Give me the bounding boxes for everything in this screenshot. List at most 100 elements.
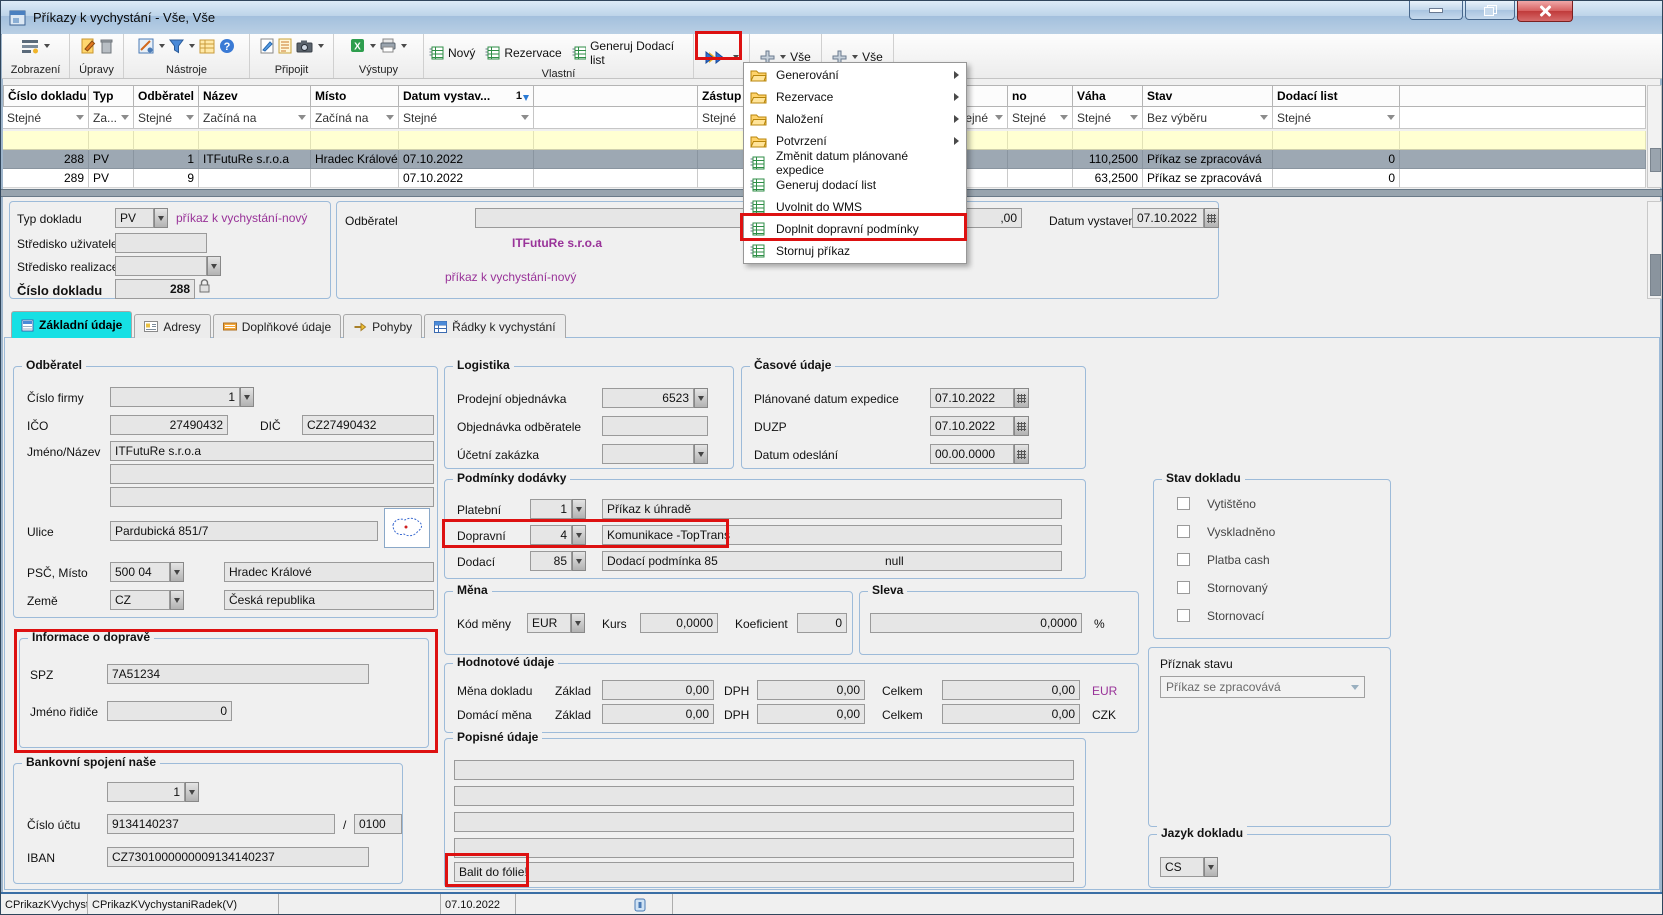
checkbox-stornovaci[interactable] (1177, 609, 1190, 622)
prodejni-objednavka-field[interactable]: 6523 (602, 388, 694, 408)
filter-vaha[interactable]: Stejné (1073, 107, 1143, 129)
help-icon[interactable]: ? (219, 38, 235, 54)
ulice-field[interactable]: Pardubická 851/7 (110, 521, 378, 541)
search-cell[interactable] (1008, 131, 1073, 150)
filter-odberatel[interactable]: Stejné (134, 107, 199, 129)
dodaci-text-field[interactable]: Dodací podmínka 85 null (602, 551, 1062, 571)
zeme-nazev-field[interactable]: Česká republika (224, 590, 434, 610)
column-header-typ[interactable]: Typ (89, 85, 134, 107)
delete-icon[interactable] (100, 38, 113, 54)
search-cell[interactable] (1273, 131, 1400, 150)
checkbox-vytisteno[interactable] (1177, 497, 1190, 510)
popisne-line-3[interactable] (454, 812, 1074, 832)
typ-dokladu-spinner[interactable] (154, 208, 168, 228)
filter-typ[interactable]: Za... (89, 107, 134, 129)
grid-vertical-scrollbar[interactable] (1647, 85, 1662, 188)
jmeno-nazev-field[interactable]: ITFutuRe s.r.o.a (110, 441, 434, 461)
kod-banky-field[interactable]: 0100 (354, 814, 402, 834)
search-cell[interactable] (134, 131, 199, 150)
print-icon[interactable] (380, 38, 396, 53)
dph-field-2[interactable]: 0,00 (757, 704, 865, 724)
kod-meny-spinner[interactable] (571, 613, 585, 633)
cislo-dokladu-field[interactable]: 288 (115, 279, 195, 299)
popisne-line-5[interactable]: Balit do fólie! (454, 862, 1074, 882)
search-cell[interactable] (1143, 131, 1273, 150)
filter-blank[interactable] (534, 107, 698, 129)
menu-item-uvolnit-do-wms[interactable]: Uvolnit do WMS (744, 196, 966, 218)
view-icon[interactable] (21, 38, 39, 54)
filter-dodaci-list[interactable]: Stejné (1273, 107, 1400, 129)
duzp-field[interactable]: 07.10.2022 (930, 416, 1014, 436)
filter-nazev[interactable]: Začíná na (199, 107, 311, 129)
jmeno-nazev-field-2[interactable] (110, 464, 434, 484)
search-cell[interactable] (534, 131, 698, 150)
tools-icon[interactable] (138, 38, 154, 54)
datum-vystaveni-field[interactable]: 07.10.2022 (1132, 208, 1204, 228)
datum-odeslani-field[interactable]: 00.00.0000 (930, 444, 1014, 464)
column-header-vaha[interactable]: Váha (1073, 85, 1143, 107)
menu-item-rezervace[interactable]: Rezervace (744, 86, 966, 108)
attach-list-icon[interactable] (278, 38, 292, 54)
generate-delivery-note-button[interactable]: Generuj Dodací list (569, 38, 691, 68)
filter-dropdown-caret[interactable] (189, 44, 195, 48)
ucetni-zakazka-field[interactable] (602, 444, 694, 464)
dodaci-spinner[interactable] (572, 551, 586, 571)
column-header-cislo-dokladu[interactable]: Číslo dokladu (3, 85, 89, 107)
spz-field[interactable]: 7A51234 (107, 664, 369, 684)
filter-no[interactable]: Stejné (1008, 107, 1073, 129)
jazyk-dokladu-field[interactable]: CS (1160, 857, 1204, 877)
platebni-text-field[interactable]: Příkaz k úhradě (602, 499, 1062, 519)
column-header-odberatel[interactable]: Odběratel (134, 85, 199, 107)
cislo-uctu-field[interactable]: 9134140237 (107, 814, 335, 834)
excel-dropdown-caret[interactable] (370, 44, 376, 48)
menu-item-zmenit-datum[interactable]: Změnit datum plánované expedice (744, 152, 966, 174)
tab-zakladni-udaje[interactable]: Základní údaje (11, 311, 132, 338)
filter-datum[interactable]: Stejné (399, 107, 534, 129)
filter-cislo-dokladu[interactable]: Stejné (3, 107, 89, 129)
menu-item-generuj-dodaci-list[interactable]: Generuj dodací list (744, 174, 966, 196)
grid-settings-icon[interactable] (199, 39, 215, 54)
sleva-field[interactable]: 0,0000 (870, 613, 1082, 633)
column-header-nazev[interactable]: Název (199, 85, 311, 107)
dodaci-field[interactable]: 85 (530, 551, 572, 571)
column-header-misto[interactable]: Místo (311, 85, 399, 107)
filter-stav[interactable]: Bez výběru (1143, 107, 1273, 129)
tools-dropdown-caret[interactable] (159, 44, 165, 48)
celkem-field-1[interactable]: 0,00 (942, 680, 1080, 700)
popisne-line-2[interactable] (454, 786, 1074, 806)
jmeno-nazev-field-3[interactable] (110, 487, 434, 507)
popisne-line-4[interactable] (454, 838, 1074, 858)
prodejni-objednavka-spinner[interactable] (694, 388, 708, 408)
checkbox-platba-cash[interactable] (1177, 553, 1190, 566)
detail-vertical-scrollbar[interactable] (1647, 201, 1662, 299)
stredisko-uzivatele-field[interactable] (115, 233, 207, 253)
map-button[interactable] (384, 508, 430, 548)
iban-field[interactable]: CZ7301000000009134140237 (107, 847, 369, 867)
koeficient-field[interactable]: 0 (797, 613, 847, 633)
dic-field[interactable]: CZ27490432 (302, 415, 434, 435)
menu-item-doplnit-dopravni-podminky[interactable]: Doplnit dopravní podmínky (744, 218, 966, 240)
menu-item-generovani[interactable]: Generování (744, 64, 966, 86)
platebni-field[interactable]: 1 (530, 499, 572, 519)
psc-field[interactable]: 500 04 (110, 562, 170, 582)
reservation-button[interactable]: Rezervace (482, 45, 564, 61)
zaklad-field-2[interactable]: 0,00 (602, 704, 714, 724)
minimize-button[interactable] (1409, 1, 1463, 20)
kod-meny-field[interactable]: EUR (527, 613, 571, 633)
psc-spinner[interactable] (170, 562, 184, 582)
checkbox-vyskladneno[interactable] (1177, 525, 1190, 538)
attach-note-icon[interactable] (260, 38, 274, 54)
excel-export-icon[interactable]: X (350, 38, 365, 53)
view-dropdown-caret[interactable] (44, 44, 50, 48)
filter-misto[interactable]: Začíná na (311, 107, 399, 129)
datum-vystaveni-calendar-button[interactable] (1204, 208, 1219, 228)
zaklad-field-1[interactable]: 0,00 (602, 680, 714, 700)
bankovni-poradi-spinner[interactable] (185, 782, 199, 802)
typ-dokladu-field[interactable]: PV (115, 208, 154, 228)
jmeno-ridice-field[interactable]: 0 (107, 701, 232, 721)
column-header-no[interactable]: no (1008, 85, 1073, 107)
priznak-stavu-dropdown[interactable]: Příkaz se zpracovává (1160, 676, 1365, 698)
search-cell[interactable] (89, 131, 134, 150)
close-button[interactable] (1517, 1, 1573, 22)
cislo-firmy-field[interactable]: 1 (110, 387, 240, 407)
